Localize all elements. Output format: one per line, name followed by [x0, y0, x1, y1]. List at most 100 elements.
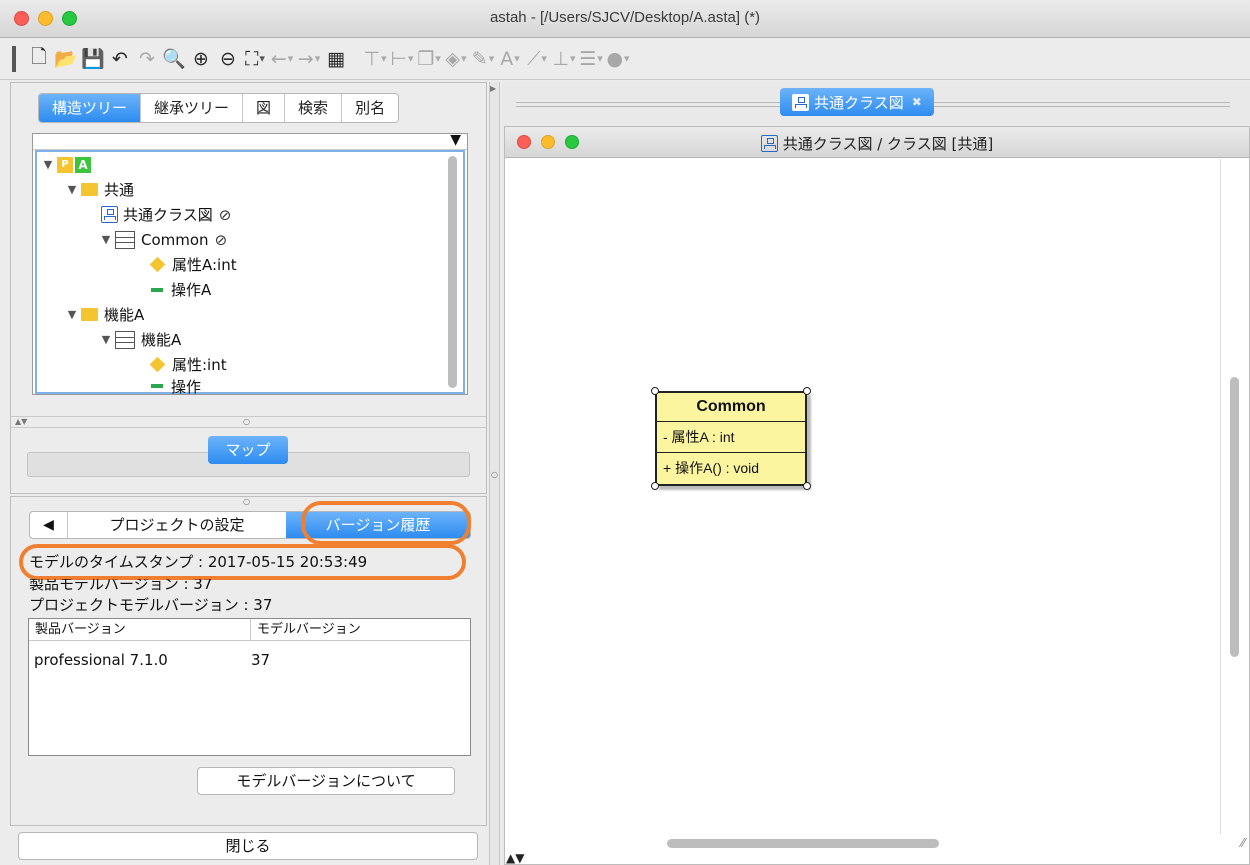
tree-node-project[interactable]: ▼ P A — [39, 152, 97, 177]
column-header-product-version[interactable]: 製品バージョン — [29, 619, 251, 640]
tab-search[interactable]: 検索 — [285, 94, 343, 122]
product-model-version: 製品モデルバージョン : 37 — [29, 579, 213, 591]
diagram-window: 共通クラス図 / クラス図 [共通] Common - 属性A : int + … — [504, 126, 1250, 865]
diagram-tab[interactable]: 共通クラス図 ✖ — [780, 88, 934, 116]
diagram-canvas[interactable]: Common - 属性A : int + 操作A() : void — [505, 159, 1221, 834]
resize-handle[interactable] — [651, 387, 659, 395]
tree-view: ▼ P A ▼ 共通 共通クラス図 ⊘ ▼ Common ⊘ — [32, 132, 468, 395]
highlight-circle — [19, 544, 466, 580]
back-icon[interactable]: ← — [269, 45, 295, 73]
fit-window-icon[interactable]: ⛶ — [242, 45, 268, 73]
diagram-area: 共通クラス図 ✖ 共通クラス図 / クラス図 [共通] Common - 属性A… — [502, 82, 1250, 865]
tree-node-operation[interactable]: 操作 — [149, 377, 201, 395]
class-icon — [115, 230, 135, 249]
distribute-icon[interactable]: ☰ — [578, 45, 604, 73]
collapse-arrows-icon[interactable]: ▲▼ — [15, 417, 27, 426]
properties-panel: ○ ◀ プロジェクトの設定 バージョン履歴 モデルのタイムスタンプ : 2017… — [10, 496, 487, 826]
attribute-icon — [149, 356, 166, 373]
vertical-splitter[interactable]: ▶ ○ — [489, 82, 500, 865]
redo-icon[interactable]: ↷ — [134, 45, 160, 73]
horizontal-scrollbar[interactable] — [667, 839, 939, 848]
expand-arrow-icon[interactable]: ▼ — [63, 308, 81, 321]
table-header: 製品バージョン モデルバージョン — [29, 619, 470, 641]
diagram-window-title: 共通クラス図 / クラス図 [共通] — [505, 133, 1249, 154]
line-style-icon[interactable]: ⟋ — [524, 45, 550, 73]
close-tab-icon[interactable]: ✖ — [912, 95, 922, 109]
tab-diagram[interactable]: 図 — [243, 94, 286, 122]
class-diagram-icon — [792, 93, 809, 111]
class-attribute[interactable]: - 属性A : int — [657, 422, 805, 453]
palette-icon[interactable]: ● — [605, 45, 631, 73]
tree-node-label: 属性:int — [172, 356, 227, 374]
tree-node-operation[interactable]: 操作A — [149, 277, 211, 302]
uml-class-common[interactable]: Common - 属性A : int + 操作A() : void — [651, 387, 811, 490]
expand-arrow-icon[interactable]: ▼ — [39, 158, 57, 171]
column-header-model-version[interactable]: モデルバージョン — [251, 619, 361, 640]
tree-scrollbar[interactable] — [448, 156, 457, 388]
tree-node-attribute[interactable]: 属性A:int — [149, 252, 237, 277]
tree-node-label: 属性A:int — [172, 256, 237, 274]
table-row[interactable]: professional 7.1.0 37 — [29, 651, 470, 669]
splitter-handle-icon: ○ — [491, 470, 498, 479]
align-left-icon[interactable]: ⊢ — [389, 45, 415, 73]
resize-handle[interactable] — [803, 482, 811, 490]
save-icon[interactable]: 💾 — [80, 45, 106, 73]
tree-node-class-common[interactable]: ▼ Common ⊘ — [97, 227, 227, 252]
expand-arrow-icon[interactable]: ▼ — [63, 183, 81, 196]
undo-icon[interactable]: ↶ — [107, 45, 133, 73]
expand-arrow-icon[interactable]: ▼ — [97, 233, 115, 246]
read-only-icon: ⊘ — [218, 205, 232, 224]
highlight-circle — [301, 501, 471, 545]
folder-icon — [81, 308, 98, 321]
tree-node-folder-feature[interactable]: ▼ 機能A — [63, 302, 145, 327]
tab-project-settings[interactable]: プロジェクトの設定 — [68, 512, 286, 538]
tree-node-diagram[interactable]: 共通クラス図 ⊘ — [101, 202, 231, 227]
map-splitter[interactable]: ▲▼ ○ — [11, 416, 486, 428]
expand-arrow-icon[interactable]: ▼ — [97, 333, 115, 346]
resize-grip-icon[interactable]: ⁄⁄ — [1241, 836, 1245, 850]
fill-color-icon[interactable]: ◈ — [443, 45, 469, 73]
close-button[interactable]: 閉じる — [18, 832, 478, 860]
resize-handle[interactable] — [651, 482, 659, 490]
tab-inheritance-tree[interactable]: 継承ツリー — [141, 94, 244, 122]
arrange-icon[interactable]: ❐ — [416, 45, 442, 73]
diagram-tab-label: 共通クラス図 — [814, 93, 904, 112]
layout-icon[interactable]: ⊥ — [551, 45, 577, 73]
vertical-scrollbar[interactable] — [1230, 377, 1239, 657]
grid-icon[interactable]: ▦ — [323, 45, 349, 73]
splitter-handle-icon: ○ — [243, 417, 250, 426]
toolbar-grip[interactable] — [12, 45, 16, 72]
splitter-handle-icon[interactable]: ○ — [243, 497, 250, 506]
tree-node-class-feature[interactable]: ▼ 機能A — [97, 327, 181, 352]
about-model-version-button[interactable]: モデルバージョンについて — [197, 767, 455, 795]
font-color-icon[interactable]: A — [497, 45, 523, 73]
tab-scroll-left-button[interactable]: ◀ — [30, 512, 68, 538]
expand-collapse-arrows-icon[interactable]: ▲▼ — [506, 851, 524, 865]
tree-node-folder-common[interactable]: ▼ 共通 — [63, 177, 134, 202]
diagram-window-title-bar: 共通クラス図 / クラス図 [共通] — [505, 127, 1249, 158]
zoom-in-icon[interactable]: ⊕ — [188, 45, 214, 73]
class-diagram-icon — [101, 206, 118, 223]
class-operation[interactable]: + 操作A() : void — [657, 453, 805, 484]
tree-node-attribute[interactable]: 属性:int — [149, 352, 227, 377]
zoom-fit-icon[interactable]: 🔍 — [161, 45, 187, 73]
open-icon[interactable]: 📂 — [53, 45, 79, 73]
new-icon[interactable]: 🗋 — [26, 45, 52, 73]
zoom-out-icon[interactable]: ⊖ — [215, 45, 241, 73]
class-name: Common — [657, 393, 805, 422]
resize-handle[interactable] — [803, 387, 811, 395]
tab-structure-tree[interactable]: 構造ツリー — [39, 94, 142, 122]
map-button[interactable]: マップ — [208, 436, 288, 464]
line-color-icon[interactable]: ✎ — [470, 45, 496, 73]
tree-node-label: Common — [141, 230, 209, 249]
folder-icon — [81, 183, 98, 196]
tree-content: ▼ P A ▼ 共通 共通クラス図 ⊘ ▼ Common ⊘ 属性A:int 操… — [35, 150, 465, 395]
tab-alias[interactable]: 別名 — [342, 94, 399, 122]
cell-model-version: 37 — [251, 651, 271, 669]
forward-icon[interactable]: → — [296, 45, 322, 73]
diagram-title-text: 共通クラス図 / クラス図 [共通] — [782, 135, 994, 153]
collapse-arrow-icon[interactable]: ▶ — [490, 84, 496, 93]
tree-dropdown[interactable] — [33, 132, 467, 150]
align-top-icon[interactable]: ⊤ — [362, 45, 388, 73]
tree-node-label: 操作 — [171, 377, 202, 396]
